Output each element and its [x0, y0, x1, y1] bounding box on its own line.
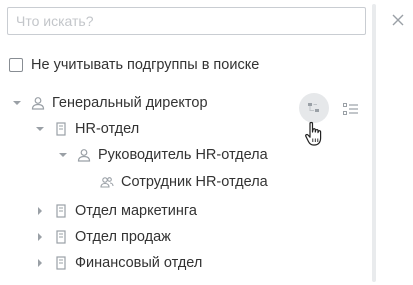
- person-icon: [31, 97, 45, 110]
- triangle-right-icon[interactable]: [35, 258, 45, 268]
- tree-node-marketing[interactable]: Отдел маркетинга: [35, 201, 197, 221]
- tree-node-general-director[interactable]: Генеральный директор: [12, 93, 208, 113]
- structure-icon: [308, 103, 319, 112]
- structure-view-button[interactable]: [299, 93, 329, 123]
- triangle-right-icon[interactable]: [35, 232, 45, 242]
- tree-node-hr-employee[interactable]: Сотрудник HR-отдела: [100, 172, 268, 192]
- close-icon[interactable]: [392, 14, 404, 26]
- tree-node-hr-department[interactable]: HR-отдел: [35, 119, 139, 139]
- triangle-right-icon[interactable]: [35, 206, 45, 216]
- list-icon[interactable]: [343, 103, 359, 115]
- building-icon: [56, 230, 66, 244]
- triangle-down-icon[interactable]: [58, 150, 68, 160]
- scrollbar[interactable]: [372, 4, 376, 282]
- triangle-down-icon[interactable]: [35, 124, 45, 134]
- triangle-down-icon[interactable]: [12, 98, 22, 108]
- tree-node-hr-head[interactable]: Руководитель HR-отдела: [58, 145, 268, 165]
- hand-pointer-icon: [305, 121, 322, 146]
- tree-node-label: Финансовый отдел: [75, 255, 203, 271]
- tree-node-label: HR-отдел: [75, 121, 140, 137]
- exclude-subgroups-option[interactable]: Не учитывать подгруппы в поиске: [9, 56, 259, 74]
- tree-node-label: Генеральный директор: [52, 95, 208, 111]
- person-icon: [77, 149, 91, 162]
- tree-node-label: Отдел продаж: [75, 229, 171, 245]
- tree-node-label: Руководитель HR-отдела: [98, 147, 268, 163]
- building-icon: [56, 204, 66, 218]
- tree-node-label: Отдел маркетинга: [75, 203, 197, 219]
- group-icon: [100, 177, 114, 188]
- tree-node-label: Сотрудник HR-отдела: [121, 174, 268, 190]
- tree-node-sales[interactable]: Отдел продаж: [35, 227, 171, 247]
- building-icon: [56, 122, 66, 136]
- building-icon: [56, 256, 66, 270]
- search-input[interactable]: [7, 7, 366, 35]
- exclude-subgroups-label: Не учитывать подгруппы в поиске: [31, 57, 260, 73]
- exclude-subgroups-checkbox[interactable]: [9, 58, 23, 72]
- tree-node-finance[interactable]: Финансовый отдел: [35, 253, 202, 273]
